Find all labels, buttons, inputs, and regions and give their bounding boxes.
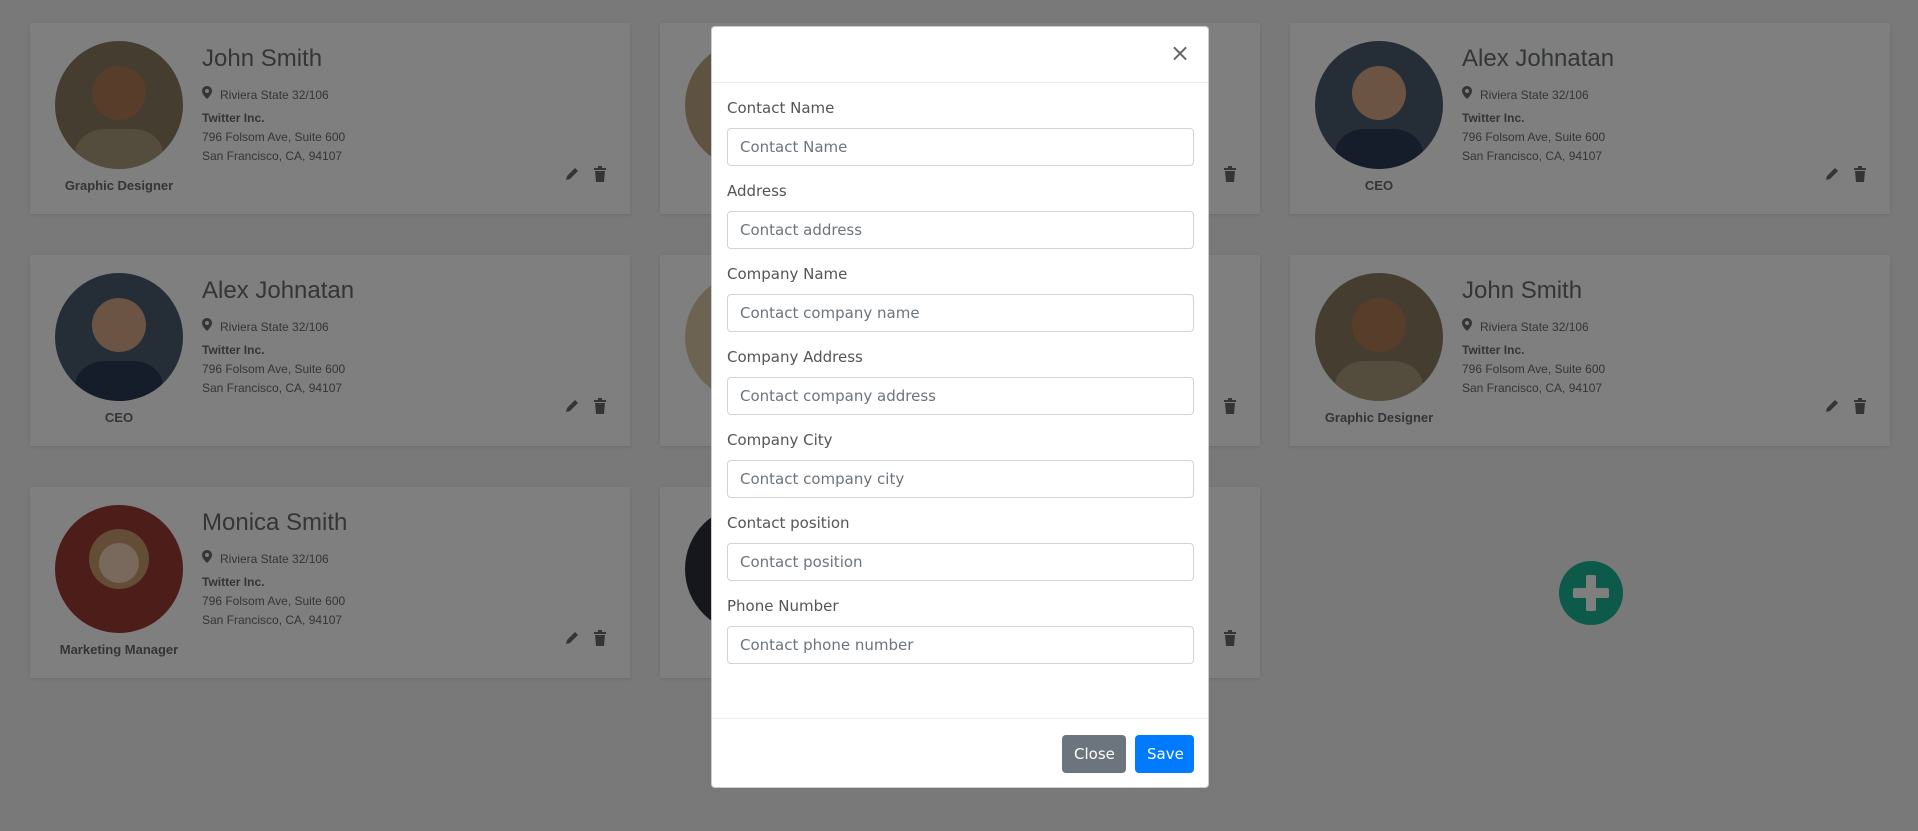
phone-number-input[interactable] [727, 626, 1194, 664]
field-phone-number: Phone Number [727, 597, 1194, 664]
field-company-address: Company Address [727, 348, 1194, 415]
field-label: Company Name [727, 265, 848, 283]
modal-footer: Close Save [712, 719, 1208, 787]
company-name-input[interactable] [727, 294, 1194, 332]
modal-body: Contact Name Address Company Name Compan… [712, 83, 1208, 719]
field-label: Company Address [727, 348, 863, 366]
field-company-city: Company City [727, 431, 1194, 498]
close-button[interactable]: Close [1062, 735, 1126, 773]
field-company-name: Company Name [727, 265, 1194, 332]
contact-position-input[interactable] [727, 543, 1194, 581]
contact-modal: × Contact Name Address Company Name Comp… [711, 26, 1209, 788]
modal-header: × [712, 27, 1208, 83]
field-label: Phone Number [727, 597, 839, 615]
field-label: Contact Name [727, 99, 835, 117]
contact-name-input[interactable] [727, 128, 1194, 166]
field-contact-position: Contact position [727, 514, 1194, 581]
company-address-input[interactable] [727, 377, 1194, 415]
company-city-input[interactable] [727, 460, 1194, 498]
field-label: Company City [727, 431, 833, 449]
address-input[interactable] [727, 211, 1194, 249]
field-contact-name: Contact Name [727, 99, 1194, 166]
close-icon[interactable]: × [1168, 41, 1192, 65]
field-address: Address [727, 182, 1194, 249]
field-label: Address [727, 182, 787, 200]
save-button[interactable]: Save [1135, 735, 1194, 773]
field-label: Contact position [727, 514, 850, 532]
